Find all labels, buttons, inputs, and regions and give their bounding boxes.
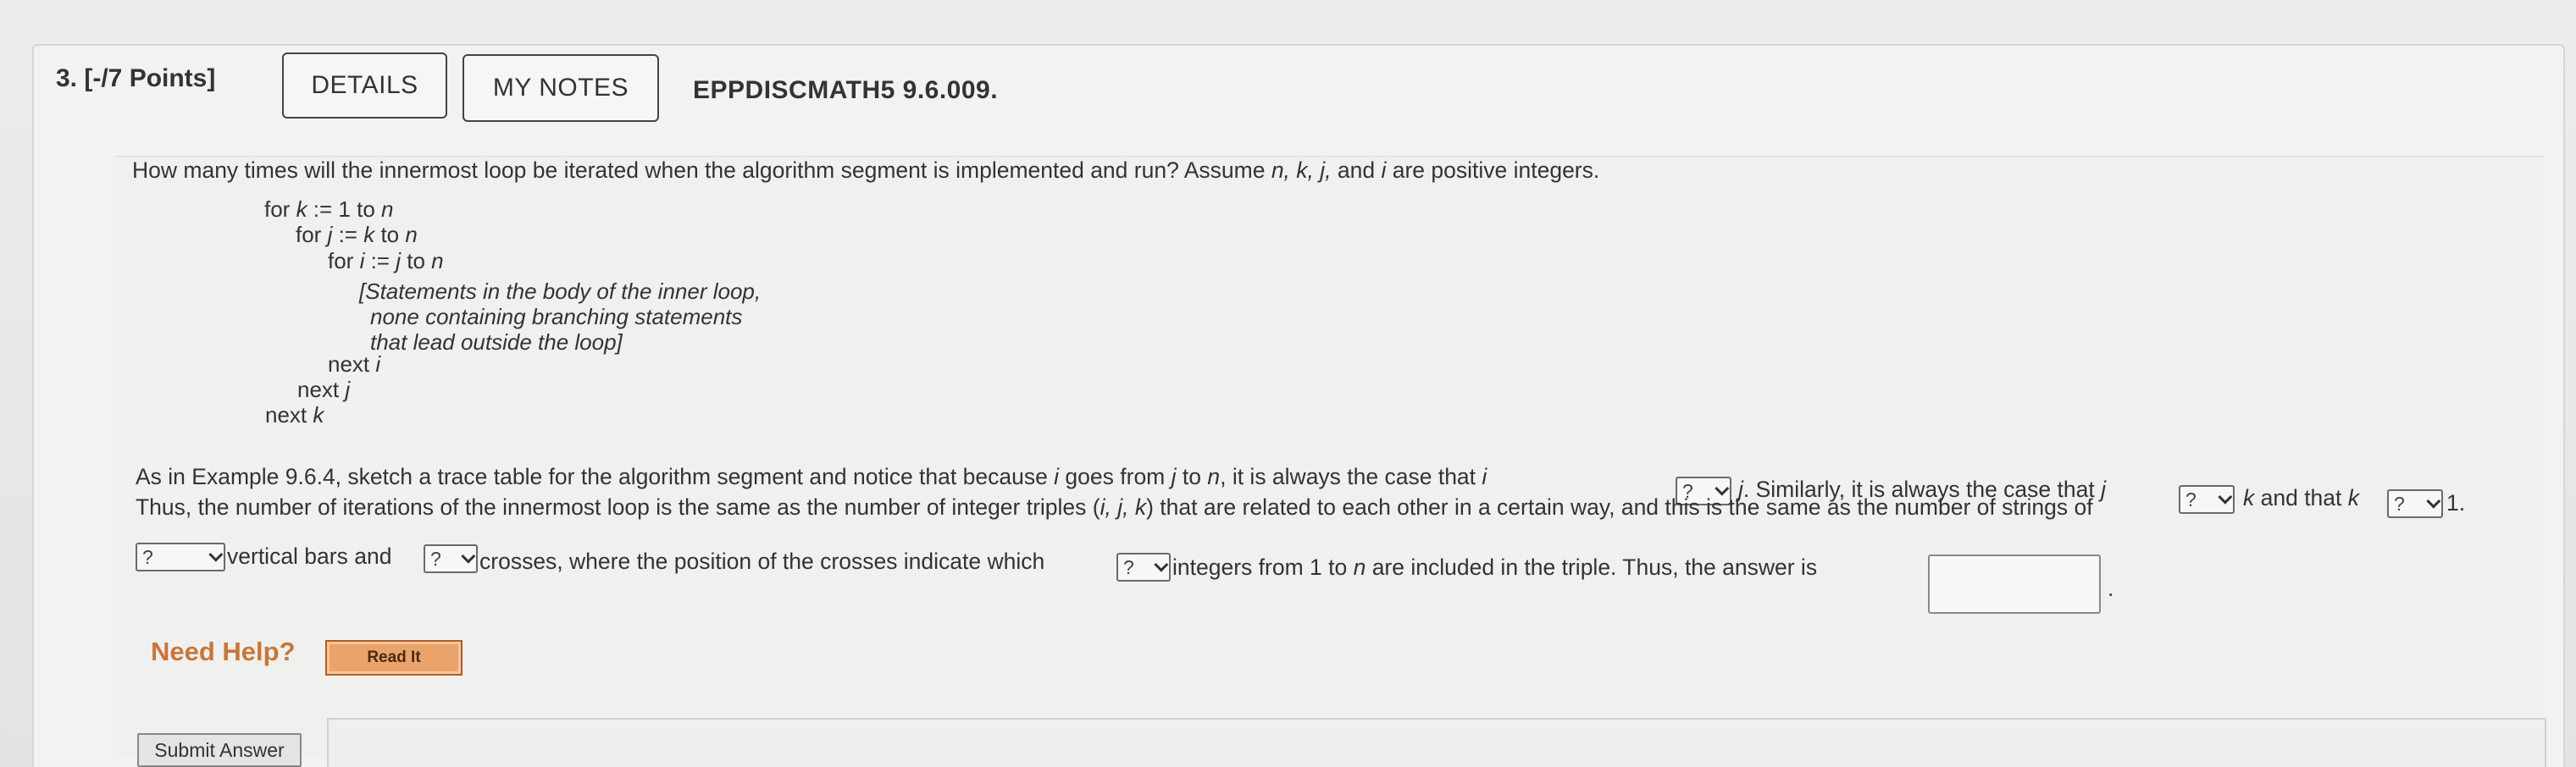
question-content-area [114,156,2545,757]
chevron-down-icon [461,549,476,564]
relation-j-k-dropdown[interactable]: ? [2179,485,2235,514]
algo-line-for-j: for j := k to n [296,222,418,247]
paragraph-line-1-d: 1. [2446,490,2466,516]
paragraph-line-1-a: As in Example 9.6.4, sketch a trace tabl… [136,464,1487,489]
vertical-bars-count-dropdown[interactable]: ? [136,543,225,571]
paragraph-line-3-a: vertical bars and [227,544,392,569]
algo-body-line-1: [Statements in the body of the inner loo… [359,279,762,304]
relation-k-1-dropdown[interactable]: ? [2387,489,2443,518]
answer-input[interactable] [1928,555,2101,614]
algo-body-line-2: none containing branching statements [370,304,743,329]
submit-answer-button[interactable]: Submit Answer [137,733,302,767]
algo-line-for-k: for k := 1 to n [264,196,394,222]
paragraph-line-1-c: k and that k [2243,485,2360,510]
chevron-down-icon [1154,557,1169,572]
algo-line-next-j: next j [297,377,351,402]
algo-line-next-k: next k [265,402,324,428]
paragraph-line-3-b: crosses, where the position of the cross… [479,549,1045,574]
paragraph-line-3-end: . [2108,576,2114,601]
chevron-down-icon [2426,494,2441,509]
paragraph-line-2: Thus, the number of iterations of the in… [136,494,2093,520]
question-source-code: EPPDISCMATH5 9.6.009. [693,76,999,104]
algo-line-next-i: next i [328,351,381,377]
details-button[interactable]: DETAILS [282,52,447,119]
chevron-down-icon [208,547,224,562]
chevron-down-icon [2218,489,2233,505]
question-number-points: 3. [-/7 Points] [56,64,216,92]
crosses-count-dropdown[interactable]: ? [424,544,478,573]
read-it-button[interactable]: Read It [325,640,463,676]
need-help-label: Need Help? [151,637,296,666]
my-notes-button[interactable]: MY NOTES [463,54,659,122]
algo-line-for-i: for i := j to n [328,248,444,273]
answer-area-bottom [327,718,2546,767]
included-integers-dropdown[interactable]: ? [1116,553,1171,582]
question-prompt: How many times will the innermost loop b… [132,157,1600,183]
paragraph-line-3-c: integers from 1 to n are included in the… [1172,555,1818,580]
algo-body-line-3: that lead outside the loop] [370,329,623,355]
